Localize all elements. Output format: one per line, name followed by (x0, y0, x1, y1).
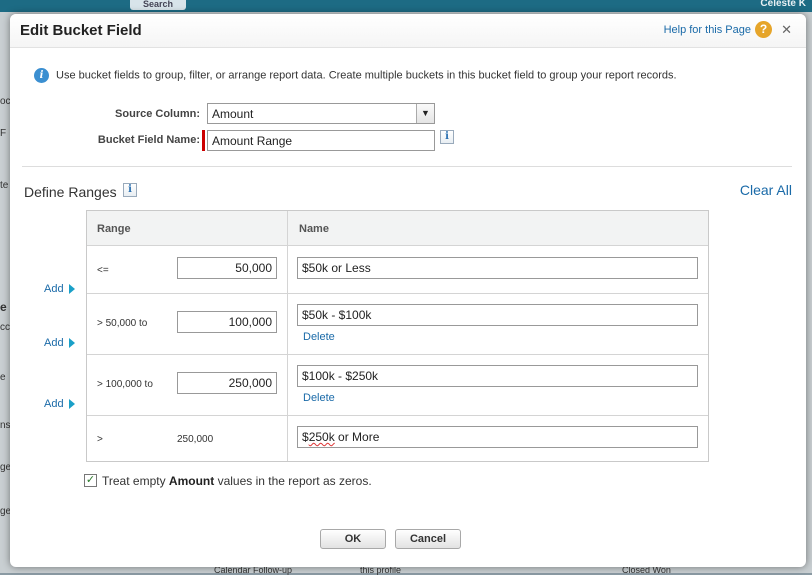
info-icon: i (34, 68, 49, 83)
define-ranges-label: Define Ranges (24, 184, 117, 200)
range-value-input[interactable]: 100,000 (177, 311, 277, 333)
play-arrow-icon (68, 284, 75, 295)
bucket-name-input[interactable]: $50k or Less (297, 257, 698, 279)
add-range-link[interactable]: Add (44, 337, 75, 349)
background-text-fragment: cc (0, 322, 10, 333)
treat-empty-as-zero-checkbox[interactable]: ✓ (84, 474, 97, 487)
range-prefix: > (97, 434, 103, 445)
clear-all-link[interactable]: Clear All (740, 182, 792, 198)
bucket-name-input[interactable]: $50k - $100k (297, 304, 698, 326)
info-message-text: Use bucket fields to group, filter, or a… (56, 69, 677, 82)
bucket-name-text: $ (302, 430, 309, 444)
source-column-select[interactable]: Amount ▼ (207, 103, 435, 124)
checkbox-label-text: values in the report as zeros. (214, 474, 372, 488)
background-text-fragment: oc (0, 96, 11, 107)
range-prefix: > 100,000 to (97, 379, 153, 390)
background-text-fragment: ns (0, 420, 11, 431)
range-prefix: > 50,000 to (97, 318, 148, 329)
section-divider (22, 166, 792, 167)
info-icon[interactable]: i (123, 183, 137, 197)
add-label: Add (44, 398, 64, 410)
play-arrow-icon (68, 338, 75, 349)
row-divider (87, 354, 708, 355)
add-range-link[interactable]: Add (44, 283, 75, 295)
ok-button[interactable]: OK (320, 529, 386, 549)
help-icon[interactable]: ? (755, 21, 772, 38)
add-label: Add (44, 337, 64, 349)
row-divider (87, 415, 708, 416)
cancel-button[interactable]: Cancel (395, 529, 461, 549)
row-divider (87, 293, 708, 294)
range-value-static: 250,000 (177, 434, 214, 445)
source-column-value: Amount (212, 107, 254, 121)
play-arrow-icon (68, 399, 75, 410)
required-indicator (202, 130, 205, 151)
background-text-fragment: F (0, 128, 7, 139)
delete-bucket-link[interactable]: Delete (303, 331, 335, 343)
checkbox-label-field: Amount (168, 474, 215, 488)
bucket-name-text: or More (334, 430, 380, 444)
close-icon[interactable]: ✕ (781, 22, 792, 38)
checkbox-label-text: Treat empty (102, 474, 169, 488)
column-divider (287, 211, 288, 461)
help-for-page-link[interactable]: Help for this Page (664, 24, 751, 36)
background-search-button[interactable]: Search (130, 0, 186, 10)
source-column-label: Source Column: (115, 108, 200, 120)
info-icon[interactable]: i (440, 130, 454, 144)
column-header-range: Range (97, 223, 131, 235)
treat-empty-as-zero-label: Treat empty Amount values in the report … (102, 474, 372, 488)
bucket-name-input[interactable]: $100k - $250k (297, 365, 698, 387)
delete-bucket-link[interactable]: Delete (303, 392, 335, 404)
bucket-name-input[interactable]: $250k or More (297, 426, 698, 448)
background-text-fragment: e (0, 300, 7, 314)
info-message: i Use bucket fields to group, filter, or … (34, 68, 677, 83)
range-value-input[interactable]: 50,000 (177, 257, 277, 279)
background-text-fragment: te (0, 180, 9, 191)
bucket-field-name-input[interactable]: Amount Range (207, 130, 435, 151)
range-value-input[interactable]: 250,000 (177, 372, 277, 394)
add-label: Add (44, 283, 64, 295)
bucket-field-name-label: Bucket Field Name: (97, 134, 200, 146)
chevron-down-icon[interactable]: ▼ (416, 104, 434, 123)
dialog-header: Edit Bucket Field Help for this Page ? ✕ (10, 14, 806, 48)
background-user-name[interactable]: Celeste K (760, 0, 806, 9)
background-header-bar (0, 0, 812, 12)
range-prefix: <= (97, 265, 109, 276)
dialog-title: Edit Bucket Field (20, 22, 142, 39)
table-header-row: Range Name (87, 211, 708, 246)
add-range-link[interactable]: Add (44, 398, 75, 410)
define-ranges-title: Define Ranges (24, 184, 117, 200)
bucket-name-misspelled-text: 250k (308, 430, 335, 444)
ranges-table: Range Name <= 50,000 $50k or Less > 50,0… (86, 210, 709, 462)
column-header-name: Name (299, 223, 329, 235)
edit-bucket-field-dialog: Edit Bucket Field Help for this Page ? ✕… (10, 14, 806, 567)
background-text-fragment: e (0, 372, 6, 383)
